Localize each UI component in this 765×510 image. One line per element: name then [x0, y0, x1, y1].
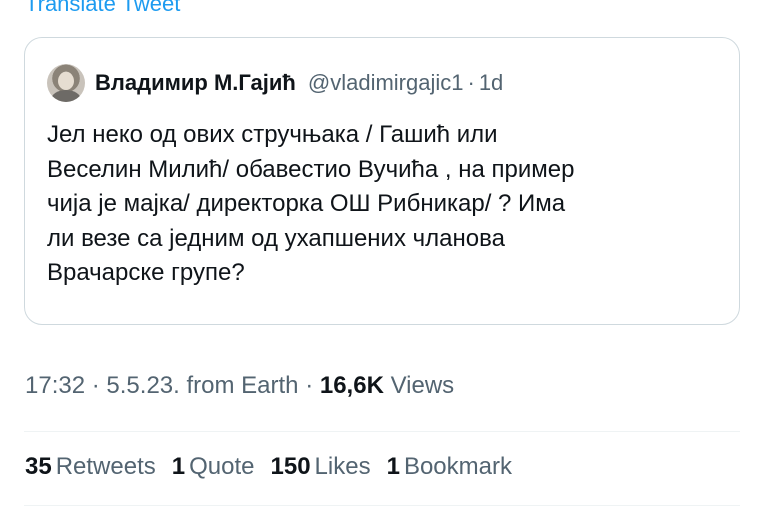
bookmarks-label: Bookmark — [403, 453, 512, 480]
translate-tweet-link[interactable]: Translate Tweet — [25, 0, 180, 17]
separator-dot: · — [467, 70, 475, 95]
quoted-tweet-text: Јел неко од ових стручњака / Гашић или В… — [47, 118, 727, 291]
quoted-text-line: чија је мајка/ директорка ОШ Рибникар/ ?… — [47, 190, 566, 217]
tweet-stats: 35 Retweets 1 Quote 150 Likes 1 Bookmark — [25, 453, 528, 481]
divider — [24, 431, 740, 432]
retweets-label: Retweets — [55, 453, 156, 480]
quoted-tweet-card[interactable]: Владимир М.Гајић @vladimirgajic1 · 1d Је… — [24, 37, 740, 325]
avatar[interactable] — [47, 64, 85, 102]
tweet-source: from Earth — [186, 372, 299, 399]
likes-label: Likes — [314, 453, 371, 480]
bookmarks-count: 1 — [386, 453, 400, 480]
quotes-stat[interactable]: 1 Quote — [172, 453, 255, 481]
bookmarks-stat[interactable]: 1 Bookmark — [387, 453, 512, 481]
quoted-author-name[interactable]: Владимир М.Гајић — [95, 70, 296, 96]
tweet-meta: 17:32 · 5.5.23. from Earth · 16,6K Views — [25, 372, 454, 400]
views-count: 16,6K — [319, 372, 384, 399]
divider — [24, 505, 740, 506]
likes-stat[interactable]: 150 Likes — [271, 453, 371, 481]
quoted-tweet-time[interactable]: 1d — [479, 70, 503, 96]
separator-dot: · — [91, 372, 100, 399]
quoted-author-handle[interactable]: @vladimirgajic1 — [308, 70, 464, 96]
quotes-count: 1 — [171, 453, 186, 480]
separator-dot: · — [305, 372, 314, 399]
likes-count: 150 — [270, 453, 311, 480]
tweet-time[interactable]: 17:32 — [25, 372, 85, 399]
tweet-date[interactable]: 5.5.23. — [106, 372, 179, 399]
quoted-text-line: Јел неко од ових стручњака / Гашић или — [47, 121, 498, 148]
quoted-text-line: Веселин Милић/ обавестио Вучића , на при… — [47, 155, 575, 183]
retweets-count: 35 — [25, 453, 52, 480]
views-label: Views — [390, 372, 455, 399]
retweets-stat[interactable]: 35 Retweets — [25, 453, 156, 481]
quoted-tweet-header: Владимир М.Гајић @vladimirgajic1 · 1d — [47, 64, 503, 102]
quoted-text-line: Врачарске групе? — [47, 259, 245, 286]
quoted-text-line: ли везе са једним од ухапшених чланова — [47, 224, 505, 252]
quotes-label: Quote — [189, 453, 255, 480]
